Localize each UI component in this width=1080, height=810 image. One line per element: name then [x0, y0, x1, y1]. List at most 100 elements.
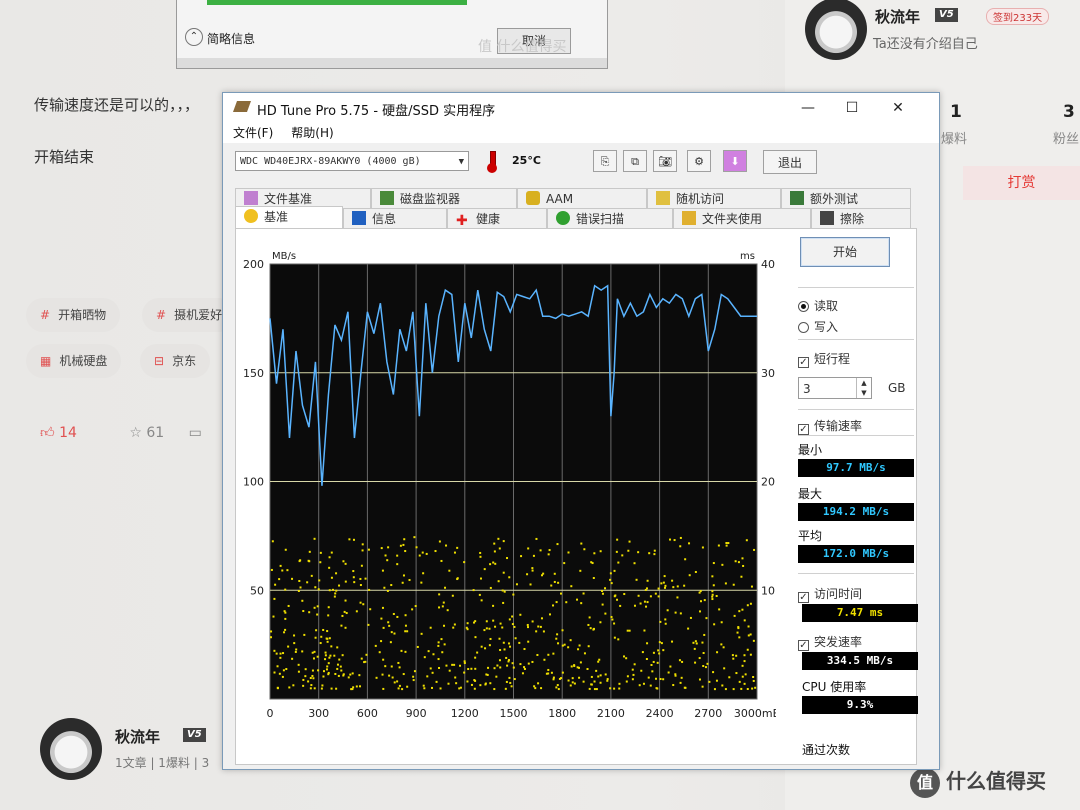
avatar[interactable]: [805, 0, 867, 60]
copy-info-icon[interactable]: ⎘: [593, 150, 617, 172]
access-time-point: [316, 655, 319, 658]
access-time-point: [403, 538, 406, 541]
tag-item[interactable]: # 开箱晒物: [26, 298, 121, 332]
tab-erase[interactable]: 擦除: [811, 208, 911, 228]
access-time-point: [637, 594, 640, 597]
access-time-point: [669, 665, 672, 668]
access-time-point: [351, 672, 354, 675]
tab-disk-monitor[interactable]: 磁盘监视器: [371, 188, 517, 208]
burst-rate-checkbox[interactable]: ✓ 突发速率: [798, 633, 862, 651]
avatar[interactable]: [40, 718, 102, 780]
copy-text-icon[interactable]: ⧉: [623, 150, 647, 172]
access-time-point: [511, 662, 514, 665]
access-time-point: [552, 676, 555, 679]
chevron-up-icon[interactable]: ⌃: [185, 28, 203, 46]
access-time-point: [302, 678, 305, 681]
access-time-point: [343, 610, 346, 613]
min-label: 最小: [798, 443, 823, 457]
tab-benchmark[interactable]: 基准: [235, 206, 343, 228]
access-time-point: [519, 663, 522, 666]
tab-health[interactable]: ✚ 健康: [447, 208, 547, 228]
access-time-point: [326, 637, 329, 640]
access-time-point: [505, 680, 508, 683]
access-time-point: [725, 542, 728, 545]
exit-button[interactable]: 退出: [763, 150, 817, 174]
access-time-point: [502, 601, 505, 604]
read-radio[interactable]: 读取: [798, 297, 838, 314]
access-time-point: [479, 555, 482, 558]
transfer-rate-checkbox[interactable]: ✓ 传输速率: [798, 417, 862, 435]
access-time-point: [325, 668, 328, 671]
options-icon[interactable]: ⚙: [687, 150, 711, 172]
short-stroke-checkbox[interactable]: ✓ 短行程: [798, 350, 850, 368]
access-time-point: [474, 656, 477, 659]
x-tick-label: 600: [357, 707, 378, 720]
stepper-arrows-icon[interactable]: ▲ ▼: [856, 378, 871, 398]
access-time-point: [511, 623, 514, 626]
y-tick-label: 150: [243, 367, 264, 380]
tab-folder-usage[interactable]: 文件夹使用: [673, 208, 811, 228]
access-time-point: [684, 558, 687, 561]
bottom-author-name[interactable]: 秋流年: [115, 726, 160, 747]
access-time-point: [270, 636, 273, 639]
tag-item[interactable]: ⊟ 京东: [140, 344, 211, 378]
access-time-point: [708, 680, 711, 683]
collapse-label[interactable]: 简略信息: [207, 30, 255, 47]
tab-info[interactable]: 信息: [343, 208, 447, 228]
access-time-point: [556, 684, 559, 687]
access-time-point: [599, 550, 602, 553]
like-button[interactable]: 👍︎ 14: [40, 425, 77, 441]
short-stroke-stepper[interactable]: 3 ▲ ▼: [798, 377, 872, 399]
menu-help[interactable]: 帮助(H): [291, 123, 333, 143]
access-time-point: [547, 653, 550, 656]
tab-file-benchmark[interactable]: 文件基准: [235, 188, 371, 208]
access-time-point: [315, 629, 318, 632]
access-time-point: [654, 677, 657, 680]
max-label: 最大: [798, 487, 823, 501]
access-time-point: [506, 557, 509, 560]
access-time-point: [567, 679, 570, 682]
tip-button[interactable]: 打赏: [963, 166, 1080, 200]
access-time-point: [316, 605, 319, 608]
comment-icon[interactable]: ▭: [189, 425, 202, 441]
tab-random-access[interactable]: 随机访问: [647, 188, 781, 208]
author-name[interactable]: 秋流年: [875, 6, 920, 27]
access-time-point: [307, 559, 310, 562]
access-time-checkbox[interactable]: ✓ 访问时间: [798, 585, 862, 603]
favorite-button[interactable]: ☆ 61: [129, 425, 164, 441]
previous-dialog: ⌃ 简略信息 取消: [176, 0, 608, 69]
maximize-button[interactable]: ☐: [837, 97, 867, 119]
title-bar[interactable]: HD Tune Pro 5.75 - 硬盘/SSD 实用程序 — ☐ ✕: [223, 93, 939, 123]
write-radio[interactable]: 写入: [798, 318, 838, 335]
access-time-point: [616, 538, 619, 541]
close-button[interactable]: ✕: [883, 97, 913, 119]
access-time-point: [499, 666, 502, 669]
screenshot-icon[interactable]: 📷︎: [653, 150, 677, 172]
access-time-point: [326, 640, 329, 643]
tag-item[interactable]: ▦ 机械硬盘: [26, 344, 122, 378]
access-time-point: [576, 598, 579, 601]
drive-select[interactable]: WDC WD40EJRX-89AKWY0 (4000 gB) ▼: [235, 151, 469, 171]
access-time-point: [327, 662, 330, 665]
access-time-point: [382, 626, 385, 629]
start-button[interactable]: 开始: [800, 237, 890, 267]
minimize-button[interactable]: —: [793, 97, 823, 119]
menu-file[interactable]: 文件(F): [233, 123, 273, 143]
access-time-point: [375, 676, 378, 679]
benchmark-chart: 0 300 600 900 1200 1500 1800 2100 2400 2700 3000mB…: [236, 229, 780, 729]
tab-label: 磁盘监视器: [400, 192, 461, 206]
access-time-point: [311, 674, 314, 677]
tab-extra-tests[interactable]: 额外测试: [781, 188, 911, 208]
access-time-point: [359, 577, 362, 580]
access-time-point: [580, 602, 583, 605]
save-icon[interactable]: ⬇: [723, 150, 747, 172]
access-time-point: [381, 673, 384, 676]
access-time-point: [338, 584, 341, 587]
access-time-point: [337, 674, 340, 677]
access-time-point: [416, 645, 419, 648]
access-time-point: [556, 543, 559, 546]
access-time-point: [746, 648, 749, 651]
tab-aam[interactable]: AAM: [517, 188, 647, 208]
access-time-point: [387, 546, 390, 549]
tab-error-scan[interactable]: 错误扫描: [547, 208, 673, 228]
